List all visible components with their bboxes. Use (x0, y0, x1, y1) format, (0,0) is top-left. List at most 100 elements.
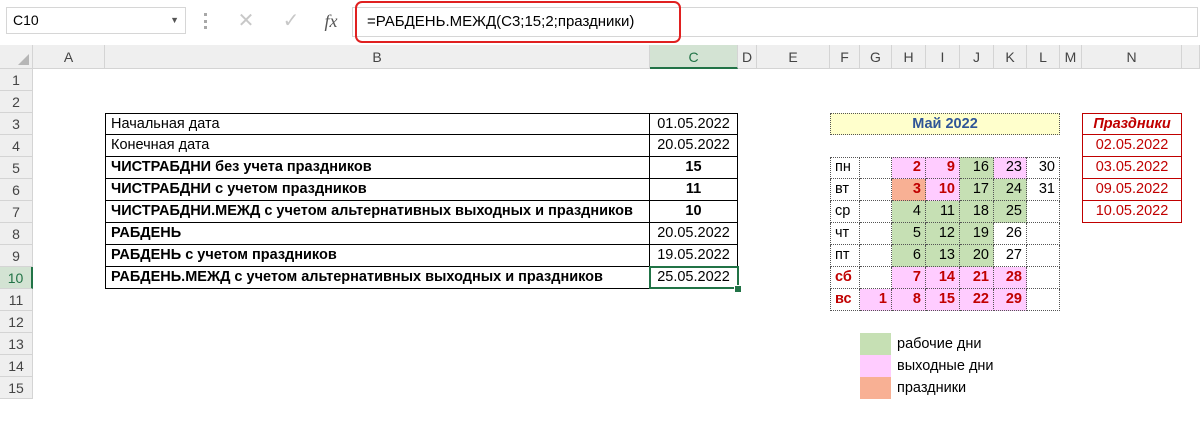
table-label-cell[interactable]: Начальная дата (105, 113, 650, 135)
calendar-date-cell[interactable]: 1 (860, 289, 892, 311)
row-header-10[interactable]: 10 (0, 267, 33, 289)
column-header-b[interactable]: B (105, 45, 650, 69)
table-value-cell[interactable]: 01.05.2022 (650, 113, 738, 135)
calendar-date-cell[interactable]: 12 (926, 223, 960, 245)
calendar-date-cell[interactable]: 30 (1027, 157, 1060, 179)
formula-bar-grip[interactable] (204, 13, 210, 29)
calendar-date-cell[interactable] (860, 201, 892, 223)
fill-handle[interactable] (734, 285, 742, 293)
row-header-2[interactable]: 2 (0, 91, 33, 113)
calendar-date-cell[interactable]: 8 (892, 289, 926, 311)
row-header-11[interactable]: 11 (0, 289, 33, 311)
calendar-date-cell[interactable]: 23 (994, 157, 1027, 179)
table-value-cell[interactable]: 20.05.2022 (650, 135, 738, 157)
column-header-k[interactable]: K (994, 45, 1027, 69)
table-value-cell[interactable]: 11 (650, 179, 738, 201)
column-header-n[interactable]: N (1082, 45, 1182, 69)
calendar-date-cell[interactable] (1027, 267, 1060, 289)
holiday-date-cell[interactable]: 09.05.2022 (1082, 179, 1182, 201)
calendar-date-cell[interactable]: 18 (960, 201, 994, 223)
calendar-date-cell[interactable]: 27 (994, 245, 1027, 267)
holiday-date-cell[interactable]: 03.05.2022 (1082, 157, 1182, 179)
table-label-cell[interactable]: ЧИСТРАБДНИ.МЕЖД с учетом альтернативных … (105, 201, 650, 223)
calendar-date-cell[interactable]: 17 (960, 179, 994, 201)
calendar-date-cell[interactable] (1027, 201, 1060, 223)
calendar-date-cell[interactable]: 10 (926, 179, 960, 201)
calendar-date-cell[interactable] (1027, 289, 1060, 311)
calendar-date-cell[interactable]: 6 (892, 245, 926, 267)
spreadsheet-grid[interactable]: ABCDEFGHIJKLMN 1 2 3 4 5 6 7 8 9 10 11 12 13 14 15 Нач… (0, 45, 1200, 426)
formula-bar: C10 ▼ ✕ ✓ fx =РАБДЕНЬ.МЕЖД(C3;15;2;празд… (0, 0, 1200, 45)
calendar-date-cell[interactable] (860, 267, 892, 289)
column-header-l[interactable]: L (1027, 45, 1060, 69)
chevron-down-icon[interactable]: ▼ (170, 8, 179, 33)
enter-icon[interactable]: ✓ (278, 8, 304, 34)
calendar-date-cell[interactable] (860, 223, 892, 245)
table-value-cell[interactable]: 15 (650, 157, 738, 179)
calendar-date-cell[interactable]: 15 (926, 289, 960, 311)
calendar-date-cell[interactable] (860, 245, 892, 267)
row-header-1[interactable]: 1 (0, 69, 33, 91)
column-header-e[interactable]: E (757, 45, 830, 69)
row-header-14[interactable]: 14 (0, 355, 33, 377)
calendar-date-cell[interactable] (860, 179, 892, 201)
row-header-9[interactable]: 9 (0, 245, 33, 267)
calendar-date-cell[interactable]: 14 (926, 267, 960, 289)
calendar-date-cell[interactable] (1027, 223, 1060, 245)
table-label-cell[interactable]: РАБДЕНЬ с учетом праздников (105, 245, 650, 267)
table-value-cell[interactable]: 20.05.2022 (650, 223, 738, 245)
table-value-cell[interactable]: 10 (650, 201, 738, 223)
select-all-corner[interactable] (0, 45, 33, 69)
calendar-date-cell[interactable]: 20 (960, 245, 994, 267)
column-header-c[interactable]: C (650, 45, 738, 69)
calendar-date-cell[interactable]: 2 (892, 157, 926, 179)
column-header-d[interactable]: D (738, 45, 757, 69)
calendar-date-cell[interactable]: 5 (892, 223, 926, 245)
calendar-date-cell[interactable]: 19 (960, 223, 994, 245)
calendar-date-cell[interactable]: 25 (994, 201, 1027, 223)
row-header-4[interactable]: 4 (0, 135, 33, 157)
cancel-icon[interactable]: ✕ (233, 8, 259, 34)
calendar-date-cell[interactable]: 9 (926, 157, 960, 179)
name-box[interactable]: C10 ▼ (6, 7, 186, 34)
table-label-cell[interactable]: ЧИСТРАБДНИ без учета праздников (105, 157, 650, 179)
row-header-3[interactable]: 3 (0, 113, 33, 135)
table-label-cell[interactable]: РАБДЕНЬ (105, 223, 650, 245)
calendar-date-cell[interactable]: 21 (960, 267, 994, 289)
row-header-12[interactable]: 12 (0, 311, 33, 333)
calendar-date-cell[interactable] (860, 157, 892, 179)
calendar-date-cell[interactable]: 3 (892, 179, 926, 201)
row-header-8[interactable]: 8 (0, 223, 33, 245)
calendar-date-cell[interactable]: 7 (892, 267, 926, 289)
calendar-date-cell[interactable]: 24 (994, 179, 1027, 201)
calendar-date-cell[interactable]: 4 (892, 201, 926, 223)
column-header-j[interactable]: J (960, 45, 994, 69)
table-label-cell[interactable]: ЧИСТРАБДНИ с учетом праздников (105, 179, 650, 201)
insert-function-icon[interactable]: fx (318, 8, 344, 34)
table-label-cell[interactable]: РАБДЕНЬ.МЕЖД с учетом альтернативных вых… (105, 267, 650, 289)
row-header-6[interactable]: 6 (0, 179, 33, 201)
calendar-date-cell[interactable]: 29 (994, 289, 1027, 311)
column-header-m[interactable]: M (1060, 45, 1082, 69)
table-label-cell[interactable]: Конечная дата (105, 135, 650, 157)
calendar-date-cell[interactable]: 26 (994, 223, 1027, 245)
column-header-g[interactable]: G (860, 45, 892, 69)
row-header-15[interactable]: 15 (0, 377, 33, 399)
table-value-cell[interactable]: 19.05.2022 (650, 245, 738, 267)
calendar-date-cell[interactable]: 31 (1027, 179, 1060, 201)
calendar-date-cell[interactable]: 22 (960, 289, 994, 311)
column-header-a[interactable]: A (33, 45, 105, 69)
calendar-date-cell[interactable]: 28 (994, 267, 1027, 289)
holiday-date-cell[interactable]: 02.05.2022 (1082, 135, 1182, 157)
column-header-f[interactable]: F (830, 45, 860, 69)
row-header-13[interactable]: 13 (0, 333, 33, 355)
calendar-date-cell[interactable] (1027, 245, 1060, 267)
row-header-5[interactable]: 5 (0, 157, 33, 179)
calendar-date-cell[interactable]: 11 (926, 201, 960, 223)
calendar-date-cell[interactable]: 16 (960, 157, 994, 179)
column-header-i[interactable]: I (926, 45, 960, 69)
calendar-date-cell[interactable]: 13 (926, 245, 960, 267)
column-header-h[interactable]: H (892, 45, 926, 69)
holiday-date-cell[interactable]: 10.05.2022 (1082, 201, 1182, 223)
row-header-7[interactable]: 7 (0, 201, 33, 223)
